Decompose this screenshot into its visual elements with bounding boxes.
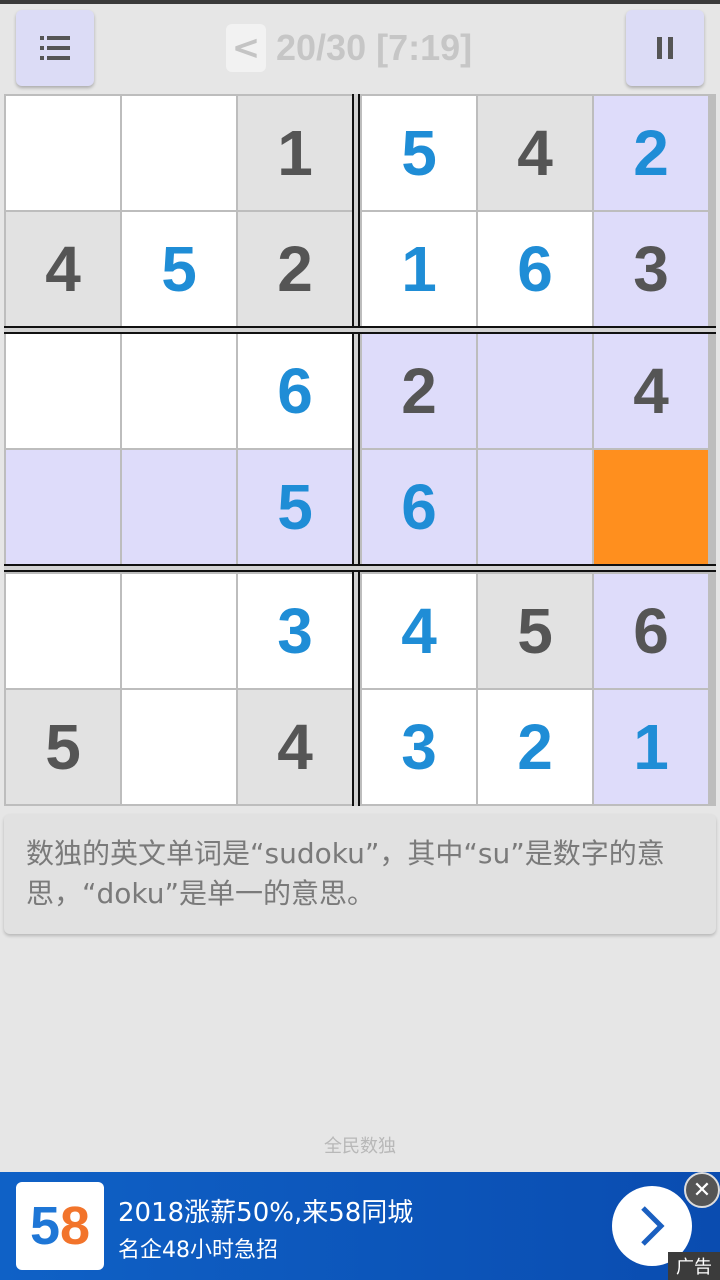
sudoku-cell[interactable]: 3	[362, 690, 476, 804]
ad-close-button[interactable]: ✕	[684, 1172, 720, 1208]
sudoku-cell[interactable]: 4	[238, 690, 352, 804]
sudoku-cell[interactable]: 4	[594, 334, 708, 448]
sudoku-cell[interactable]	[594, 450, 708, 564]
pause-icon	[657, 37, 673, 59]
sudoku-cell[interactable]: 6	[594, 574, 708, 688]
sudoku-cell[interactable]: 2	[594, 96, 708, 210]
sudoku-cell[interactable]: 1	[238, 96, 352, 210]
sudoku-cell[interactable]: 5	[478, 574, 592, 688]
box-divider-horizontal	[4, 564, 716, 572]
sudoku-cell[interactable]: 5	[238, 450, 352, 564]
sudoku-cell[interactable]: 2	[362, 334, 476, 448]
app-brand-label: 全民数独	[324, 1136, 396, 1157]
sudoku-cell[interactable]	[6, 574, 120, 688]
sudoku-cell[interactable]	[6, 334, 120, 448]
ad-logo: 58	[16, 1182, 104, 1270]
sudoku-cell[interactable]: 3	[238, 574, 352, 688]
ad-title: 2018涨薪50%,来58同城	[118, 1198, 414, 1228]
sudoku-cell[interactable]: 5	[362, 96, 476, 210]
previous-level-button[interactable]: <	[226, 24, 266, 72]
sudoku-cell[interactable]: 6	[362, 450, 476, 564]
sudoku-cell[interactable]	[6, 450, 120, 564]
sudoku-cell[interactable]: 4	[362, 574, 476, 688]
menu-button[interactable]	[16, 10, 94, 86]
level-indicator: < 20/30 [7:19]	[226, 22, 472, 74]
sudoku-cell[interactable]: 5	[122, 212, 236, 326]
sudoku-cell[interactable]: 4	[478, 96, 592, 210]
pause-button[interactable]	[626, 10, 704, 86]
box-divider-horizontal	[4, 326, 716, 334]
sudoku-cell[interactable]: 1	[362, 212, 476, 326]
sudoku-cell[interactable]	[478, 450, 592, 564]
sudoku-cell[interactable]: 1	[594, 690, 708, 804]
chevron-right-icon	[641, 1206, 665, 1246]
sudoku-cell[interactable]	[122, 450, 236, 564]
sudoku-cell[interactable]: 5	[6, 690, 120, 804]
sudoku-cell[interactable]	[122, 690, 236, 804]
sudoku-cell[interactable]	[122, 334, 236, 448]
status-bar-edge	[0, 0, 720, 4]
list-icon	[40, 36, 70, 60]
box-divider-vertical	[352, 94, 360, 806]
sudoku-cell[interactable]	[6, 96, 120, 210]
ad-tag: 广告	[668, 1252, 720, 1280]
ad-subtitle: 名企48小时急招	[118, 1238, 278, 1263]
sudoku-cell[interactable]: 6	[478, 212, 592, 326]
sudoku-board: 154245216362456345654321	[4, 94, 716, 806]
sudoku-cell[interactable]: 2	[238, 212, 352, 326]
sudoku-cell[interactable]: 4	[6, 212, 120, 326]
level-timer-text: 20/30 [7:19]	[276, 27, 473, 68]
sudoku-cell[interactable]: 2	[478, 690, 592, 804]
sudoku-cell[interactable]: 3	[594, 212, 708, 326]
sudoku-cell[interactable]	[122, 574, 236, 688]
tip-card: 数独的英文单词是“sudoku”，其中“su”是数字的意思，“doku”是单一的…	[4, 814, 716, 934]
sudoku-cell[interactable]	[478, 334, 592, 448]
sudoku-cell[interactable]: 6	[238, 334, 352, 448]
ad-banner[interactable]: 58 2018涨薪50%,来58同城 名企48小时急招	[0, 1172, 720, 1280]
sudoku-cell[interactable]	[122, 96, 236, 210]
tip-text: 数独的英文单词是“sudoku”，其中“su”是数字的意思，“doku”是单一的…	[26, 837, 665, 910]
